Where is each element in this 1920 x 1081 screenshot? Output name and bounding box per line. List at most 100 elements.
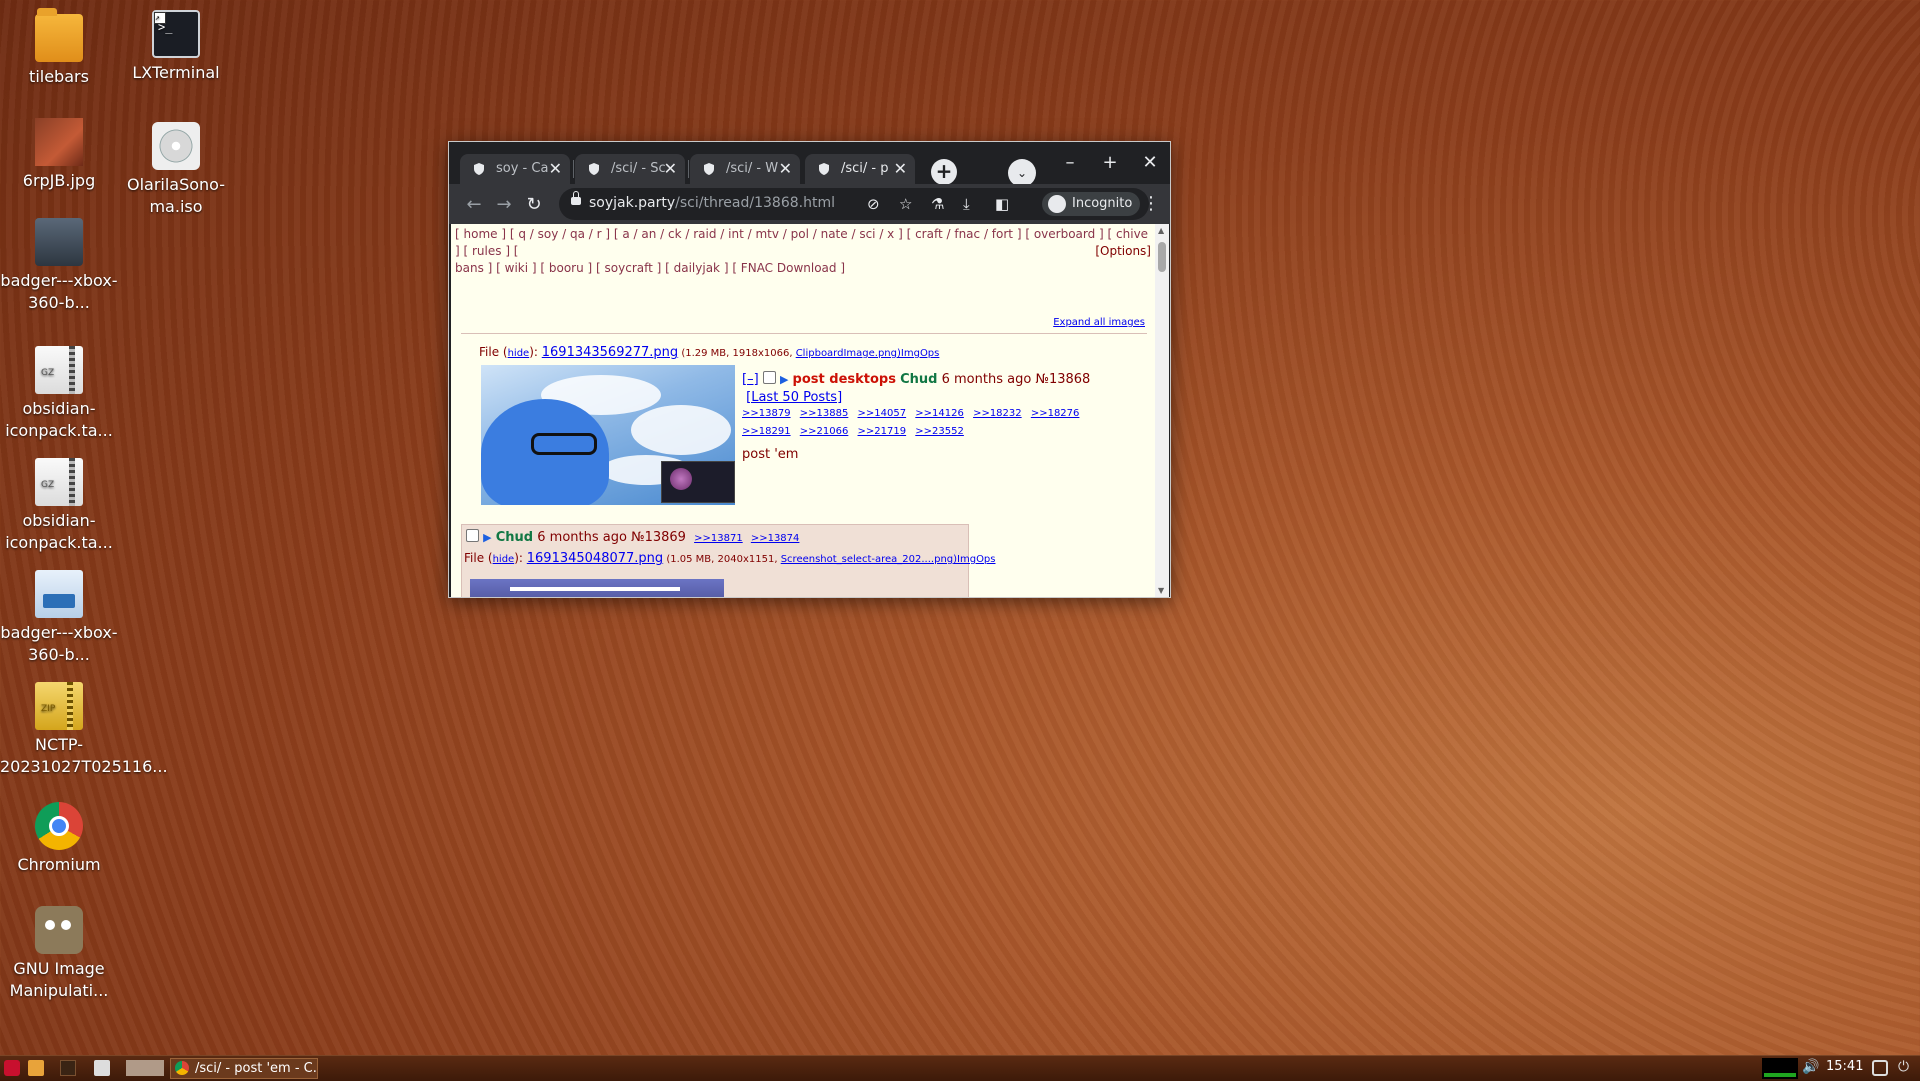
desktop-icon-obsidian-1[interactable]: GZ obsidian-iconpack.ta... [0,346,118,442]
tab-close-icon[interactable]: ✕ [894,159,907,178]
options-link[interactable]: [Options] [1095,243,1151,260]
image-thumbnail-icon [35,218,83,266]
desktop-icon-lxterminal[interactable]: ↗ >_ LXTerminal [117,10,235,84]
reply-select-checkbox[interactable] [466,529,479,542]
expand-all-images-link[interactable]: Expand all images [1053,317,1145,328]
address-bar[interactable]: soyjak.party/sci/thread/13868.html ⊘ ☆ ⚗… [559,188,1149,220]
desktop-icon-gimp[interactable]: GNU Image Manipulati... [0,906,118,1002]
reply-link[interactable]: >>18276 [1031,408,1080,419]
reply-link[interactable]: >>14126 [915,408,964,419]
op-file-info: File (hide): 1691343569277.png (1.29 MB,… [479,345,940,360]
desktop-icon-label: NCTP-20231027T025116... [0,735,168,776]
tab-title: /sci/ - p [841,161,889,176]
image-thumbnail-icon [35,118,83,166]
scroll-up-arrow-icon[interactable]: ▲ [1158,226,1164,235]
minimize-button[interactable]: – [1057,152,1083,173]
minimize-all-icon[interactable] [60,1060,76,1076]
archive-type-label: ZIP [41,704,56,714]
tab-close-icon[interactable]: ✕ [549,159,562,178]
reply-link[interactable]: >>14057 [858,408,907,419]
tab-close-icon[interactable]: ✕ [664,159,677,178]
tab-search-button[interactable]: ⌄ [1008,159,1036,187]
post-menu-arrow-icon[interactable]: ▶ [780,373,788,386]
reply-link[interactable]: >>18232 [973,408,1022,419]
desktop-icon-badger-2[interactable]: badger---xbox-360-b... [0,570,118,666]
file-manager-icon[interactable] [28,1060,44,1076]
chromium-icon [175,1061,189,1075]
tracking-protection-eye-off-icon[interactable]: ⊘ [867,195,880,213]
reload-button[interactable]: ↻ [523,194,545,215]
browser-window[interactable]: soy - Ca ✕ /sci/ - Sc ✕ /sci/ - W ✕ /sci… [448,141,1171,598]
hide-thread-toggle[interactable]: [–] [742,372,759,387]
reply-link[interactable]: >>13885 [800,408,849,419]
new-tab-button[interactable]: + [931,159,957,185]
start-menu-icon[interactable] [4,1060,20,1076]
op-post-header: [–] ▶ post desktops Chud 6 months ago №1… [742,371,1122,407]
reply-link[interactable]: >>21066 [800,426,849,437]
download-icon[interactable]: ⤓ [963,195,970,213]
bookmark-star-icon[interactable]: ☆ [899,195,912,213]
taskbar-window-chromium[interactable]: /sci/ - post 'em - C... [170,1058,318,1079]
reply-original-name-link[interactable]: Screenshot_select-area_202....png [781,554,953,565]
op-post-number[interactable]: №13868 [1035,372,1090,387]
reply-link[interactable]: >>21719 [858,426,907,437]
tab-soy-catalog[interactable]: soy - Ca ✕ [460,154,570,184]
post-menu-arrow-icon[interactable]: ▶ [483,531,491,544]
imgops-link[interactable]: )ImgOps [897,348,939,359]
op-image[interactable] [481,365,735,505]
desktop-icon-6rpjb[interactable]: 6rpJB.jpg [0,118,118,192]
board-list-line-2[interactable]: bans ] [ wiki ] [ booru ] [ soycraft ] [… [455,260,1151,277]
op-select-checkbox[interactable] [762,371,776,384]
tray-app-icon[interactable] [1872,1060,1888,1076]
hide-file-link[interactable]: hide [508,348,530,359]
maximize-button[interactable]: + [1097,152,1123,173]
gimp-icon [35,906,83,954]
reply-link[interactable]: >>18291 [742,426,791,437]
reply-image[interactable] [470,579,724,597]
tab-close-icon[interactable]: ✕ [779,159,792,178]
scroll-down-arrow-icon[interactable]: ▼ [1158,586,1164,595]
imgops-link[interactable]: )ImgOps [953,554,995,565]
desktop-switcher-icon[interactable] [94,1060,110,1076]
op-original-name-link[interactable]: ClipboardImage.png [796,348,897,359]
backlink[interactable]: >>13874 [751,533,800,544]
power-icon[interactable]: ⏻ [1898,1059,1909,1075]
browser-menu-icon[interactable]: ⋮ [1142,193,1160,214]
desktop-icon-nctp-zip[interactable]: ZIP NCTP-20231027T025116... [0,682,168,778]
tab-title: /sci/ - Sc [611,161,666,176]
desktop-icon-obsidian-2[interactable]: GZ obsidian-iconpack.ta... [0,458,118,554]
desktop-screenshot-inset [661,461,735,503]
tab-sci-2[interactable]: /sci/ - W ✕ [690,154,800,184]
desktop-icon-chromium[interactable]: Chromium [0,802,118,876]
op-filename-link[interactable]: 1691343569277.png [542,345,678,360]
desktop-icon-label: 6rpJB.jpg [22,171,96,190]
hide-file-link[interactable]: hide [493,554,515,565]
desktop-icon-label: badger---xbox-360-b... [0,271,118,312]
reply-link[interactable]: >>13879 [742,408,791,419]
tab-sci-post-active[interactable]: /sci/ - p ✕ [805,154,915,184]
forward-button[interactable]: → [493,194,515,215]
reply-post-number[interactable]: №13869 [631,530,686,545]
scroll-thumb[interactable] [1158,242,1166,272]
reply-link[interactable]: >>23552 [915,426,964,437]
side-panel-icon[interactable]: ◧ [995,195,1009,213]
last-50-posts-link[interactable]: [Last 50 Posts] [746,390,842,405]
incognito-indicator[interactable]: Incognito [1042,192,1141,216]
desktop-icon-badger-1[interactable]: badger---xbox-360-b... [0,218,118,314]
desktop-icon-label: tilebars [29,67,89,86]
shield-favicon-icon [587,162,601,176]
labs-flask-icon[interactable]: ⚗ [931,195,944,213]
page-scrollbar[interactable]: ▲ ▼ [1155,224,1169,597]
workspace-pager[interactable] [126,1060,164,1076]
backlink[interactable]: >>13871 [694,533,743,544]
clock[interactable]: 15:41 [1826,1059,1863,1074]
close-window-button[interactable]: ✕ [1137,152,1163,173]
volume-icon[interactable]: 🔊 [1802,1059,1819,1075]
reply-filename-link[interactable]: 1691345048077.png [527,551,663,566]
back-button[interactable]: ← [463,194,485,215]
desktop-icon-tilebars[interactable]: tilebars [0,8,118,88]
board-list: [ home ] [ q / soy / qa / r ] [ a / an /… [455,226,1151,277]
desktop-icon-olarila-iso[interactable]: OlarilaSono-ma.iso [117,122,235,218]
board-list-line-1[interactable]: [ home ] [ q / soy / qa / r ] [ a / an /… [455,226,1151,260]
tab-sci-1[interactable]: /sci/ - Sc ✕ [575,154,685,184]
